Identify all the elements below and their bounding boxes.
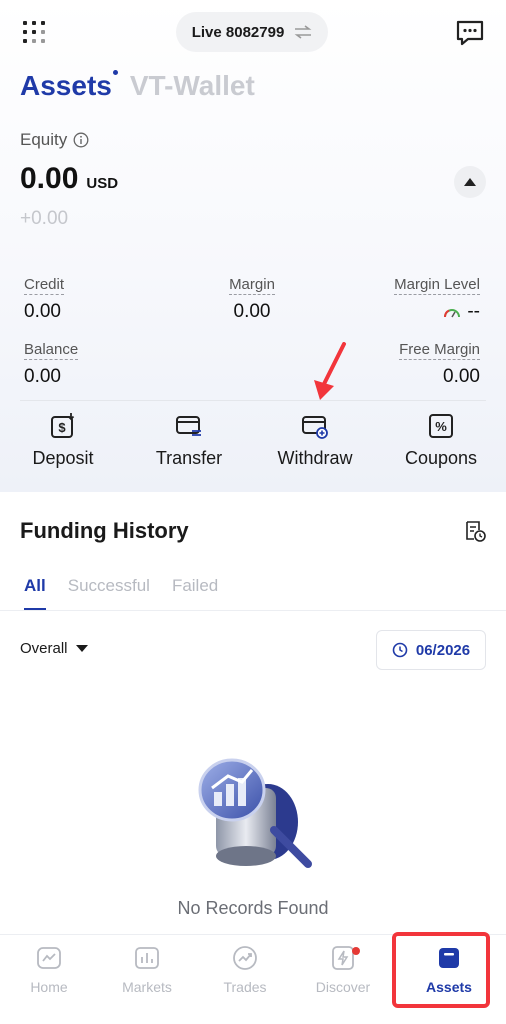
empty-state-text: No Records Found [177, 898, 329, 918]
nav-discover-label: Discover [315, 979, 371, 995]
active-dot [112, 70, 118, 75]
nav-markets-label: Markets [122, 979, 172, 995]
deposit-button[interactable]: $ Deposit [0, 412, 126, 482]
date-picker-button[interactable]: 06/2026 [376, 630, 486, 670]
funding-history-title: Funding History [20, 518, 189, 543]
margin-level-stat: Margin Level -- [360, 276, 480, 323]
nav-assets-label: Assets [426, 979, 472, 995]
page-tabs: Assets VT-Wallet [20, 70, 255, 102]
deposit-label: Deposit [32, 448, 94, 468]
collapse-button[interactable] [454, 166, 486, 198]
coupons-icon: % [429, 414, 453, 438]
nav-trades[interactable]: Trades [196, 935, 294, 1024]
tab-all[interactable]: All [24, 576, 46, 611]
balance-stat: Balance 0.00 [24, 341, 79, 388]
caret-up-icon [464, 178, 476, 186]
funding-tabs: All Successful Failed [24, 576, 218, 611]
caret-down-icon [75, 645, 88, 652]
tab-failed[interactable]: Failed [172, 576, 218, 611]
withdraw-label: Withdraw [277, 448, 353, 468]
swap-icon [294, 25, 312, 39]
grid-menu-icon[interactable] [22, 20, 46, 44]
free-margin-stat: Free Margin 0.00 [360, 341, 480, 388]
balance-value: 0.00 [24, 366, 61, 387]
equity-label: Equity [20, 130, 89, 150]
free-margin-label[interactable]: Free Margin [399, 341, 480, 360]
coupons-label: Coupons [404, 448, 478, 468]
date-label: 06/2026 [415, 641, 471, 659]
overall-filter[interactable]: Overall [20, 640, 88, 657]
nav-trades-label: Trades [223, 979, 267, 995]
svg-text:$: $ [58, 420, 66, 435]
home-chart-icon [37, 947, 61, 969]
equity-amount: 0.00 [20, 162, 79, 195]
overall-filter-label: Overall [20, 640, 68, 657]
equity-value: 0.00 USD [20, 162, 118, 196]
credit-stat: Credit 0.00 [24, 276, 65, 323]
nav-home[interactable]: Home [0, 935, 98, 1024]
deposit-icon: $ [51, 413, 75, 438]
credit-value: 0.00 [24, 301, 61, 322]
equity-change: +0.00 [20, 208, 69, 229]
nav-home-label: Home [30, 979, 68, 995]
transfer-icon [176, 416, 201, 436]
coupons-button[interactable]: % Coupons [378, 412, 504, 482]
assets-icon [439, 948, 459, 968]
empty-state-illustration [198, 758, 312, 868]
account-switcher[interactable]: Live 8082799 [176, 12, 328, 52]
tab-successful[interactable]: Successful [68, 576, 150, 611]
withdraw-icon [302, 416, 328, 439]
transfer-button[interactable]: Transfer [126, 412, 252, 482]
margin-level-text: -- [467, 301, 480, 322]
top-bar: Live 8082799 [0, 0, 506, 64]
bottom-nav: Home Markets Trades Discover Assets [0, 934, 506, 1024]
transfer-label: Transfer [155, 448, 223, 468]
svg-text:%: % [435, 419, 447, 434]
markets-icon [135, 947, 159, 969]
nav-assets[interactable]: Assets [392, 935, 506, 1024]
account-label: Live 8082799 [191, 23, 285, 41]
tab-assets-label: Assets [20, 70, 112, 101]
info-icon[interactable] [73, 132, 89, 148]
clock-icon [392, 642, 408, 658]
nav-discover[interactable]: Discover [294, 935, 392, 1024]
tab-assets[interactable]: Assets [20, 70, 118, 102]
tabs-divider [0, 610, 506, 611]
margin-stat: Margin 0.00 [202, 276, 302, 323]
equity-label-text: Equity [20, 130, 68, 149]
margin-value: 0.00 [233, 301, 271, 322]
history-report-icon[interactable] [464, 520, 486, 542]
divider [20, 400, 486, 401]
discover-badge [352, 947, 360, 955]
trades-icon [233, 946, 257, 970]
margin-level-label[interactable]: Margin Level [394, 276, 480, 295]
tab-vt-wallet[interactable]: VT-Wallet [130, 70, 255, 102]
gauge-icon [444, 309, 461, 318]
withdraw-button[interactable]: Withdraw [252, 412, 378, 482]
margin-label[interactable]: Margin [229, 276, 275, 295]
action-row: $ Deposit Transfer Withdraw % Coupons [0, 412, 506, 482]
margin-level-value: -- [360, 301, 480, 323]
equity-currency: USD [86, 175, 119, 192]
balance-label[interactable]: Balance [24, 341, 79, 360]
nav-markets[interactable]: Markets [98, 935, 196, 1024]
annotation-arrow-icon [314, 342, 346, 400]
credit-label[interactable]: Credit [24, 276, 65, 295]
message-icon[interactable] [456, 20, 484, 46]
free-margin-value: 0.00 [443, 366, 480, 387]
